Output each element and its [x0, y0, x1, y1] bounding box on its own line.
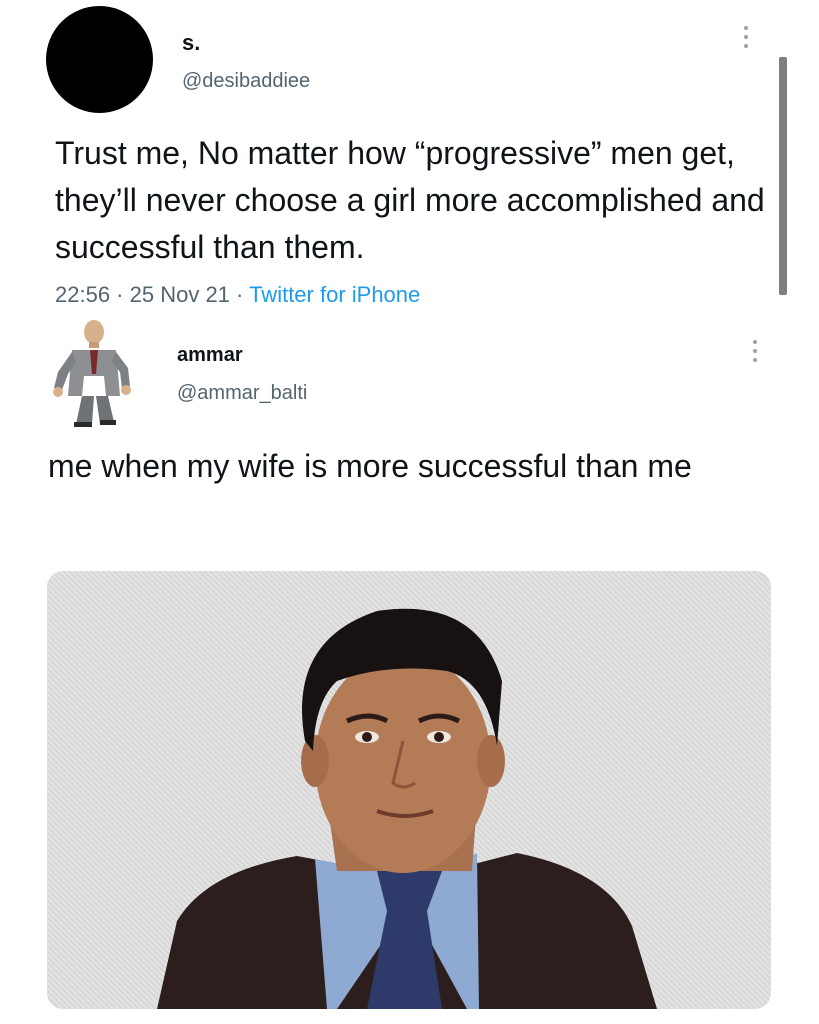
- meta-separator: ·: [110, 282, 130, 307]
- tweet-date[interactable]: 25 Nov 21: [130, 282, 230, 307]
- more-options-icon[interactable]: [747, 340, 763, 370]
- avatar-ammar-balti[interactable]: [48, 316, 136, 428]
- tweet-text: me when my wife is more successful than …: [48, 448, 692, 484]
- more-options-icon[interactable]: [738, 26, 754, 56]
- handle-desibaddiee[interactable]: @desibaddiee: [182, 70, 310, 93]
- tweet-text: Trust me, No matter how “progressive” me…: [55, 135, 765, 265]
- tweet-photo[interactable]: [47, 571, 771, 1009]
- tweet-source-link[interactable]: Twitter for iPhone: [249, 282, 420, 307]
- meta-separator: ·: [229, 282, 250, 307]
- avatar-desibaddiee[interactable]: [46, 6, 153, 113]
- portrait-image: [157, 608, 657, 1009]
- display-name-desibaddiee[interactable]: s.: [182, 30, 200, 56]
- tweet-time: 22:56: [55, 282, 111, 307]
- display-name-ammar[interactable]: ammar: [177, 344, 243, 367]
- scrollbar[interactable]: [779, 57, 787, 295]
- handle-ammar-balti[interactable]: @ammar_balti: [177, 382, 307, 405]
- tweet-metadata: 22:56 · 25 Nov 21 · Twitter for iPhone: [55, 282, 420, 308]
